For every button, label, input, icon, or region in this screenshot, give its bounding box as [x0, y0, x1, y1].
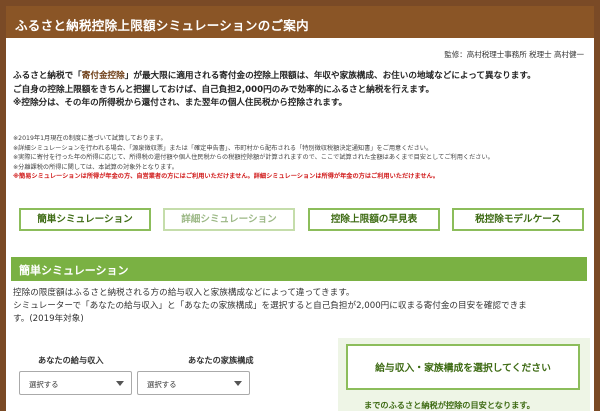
- income-select-value: 選択する: [29, 380, 59, 389]
- family-label: あなたの家族構成: [188, 355, 254, 365]
- result-panel: 給与収入・家族構成を選択してください: [346, 344, 580, 390]
- note-item: ※2019年1月現在の制度に基づいて試算しております。: [13, 135, 167, 142]
- lead-text: ふるさと納税で「寄付金控除」が最大限に適用される寄付金の控除上限額は、年収や家族…: [13, 70, 591, 111]
- chevron-down-icon: [116, 381, 124, 386]
- chevron-down-icon: [234, 381, 242, 386]
- lead-line-2: ご自身の控除上限額をきちんと把握しておけば、自己負担2,000円のみで効率的にふ…: [13, 84, 435, 95]
- note-item: ※実際に寄付を行った年の所得に応じて、所得税の還付額や個人住民税からの税額控除額…: [13, 154, 494, 162]
- income-select[interactable]: 選択する: [19, 371, 132, 395]
- result-prompt: 給与収入・家族構成を選択してください: [375, 363, 551, 374]
- tab-quick-reference[interactable]: 控除上限額の早見表: [308, 208, 440, 231]
- simulation-description: 控除の限度額はふるさと納税される方の給与収入と家族構成などによって違ってきます。…: [13, 288, 527, 324]
- family-select[interactable]: 選択する: [137, 371, 250, 395]
- page-title-bar: ふるさと納税控除上限額シミュレーションのご案内: [6, 6, 594, 38]
- supervisor-credit: 監修：高村税理士事務所 税理士 高村健一: [444, 50, 584, 59]
- tab-model-cases[interactable]: 税控除モデルケース: [452, 208, 584, 231]
- page-title: ふるさと納税控除上限額シミュレーションのご案内: [15, 18, 309, 33]
- lead-line-1: ふるさと納税で「寄付金控除」が最大限に適用される寄付金の控除上限額は、年収や家族…: [13, 71, 536, 81]
- notes-list: ※2019年1月現在の制度に基づいて試算しております。 ※詳細シミュレーションを…: [13, 134, 591, 182]
- section-title: 簡単シミュレーション: [19, 264, 129, 277]
- result-note: までのふるさと納税が控除の目安となります。: [364, 400, 535, 410]
- section-header: 簡単シミュレーション: [11, 257, 587, 281]
- note-item: ※分離課税の所得に関しては、本試算の対象外となります。: [13, 163, 178, 171]
- income-label: あなたの給与収入: [38, 355, 104, 365]
- note-item: ※詳細シミュレーションを行われる場合、「源泉徴収票」または「確定申告書」、市町村…: [13, 144, 433, 152]
- tab-simple-simulation[interactable]: 簡単シミュレーション: [19, 208, 151, 231]
- note-warning: ※簡易シミュレーションは所得が年金の方、自営業者の方にはご利用いただけません。詳…: [13, 173, 439, 181]
- tab-detailed-simulation[interactable]: 詳細シミュレーション: [163, 208, 295, 231]
- page-frame: ふるさと納税控除上限額シミュレーションのご案内 監修：高村税理士事務所 税理士 …: [6, 6, 594, 411]
- deduction-highlight: 寄付金控除: [81, 71, 125, 81]
- family-select-value: 選択する: [147, 380, 177, 389]
- lead-line-3: ※控除分は、その年の所得税から還付され、また翌年の個人住民税から控除されます。: [13, 98, 348, 108]
- simulation-tabs: 簡単シミュレーション 詳細シミュレーション 控除上限額の早見表 税控除モデルケー…: [19, 208, 584, 231]
